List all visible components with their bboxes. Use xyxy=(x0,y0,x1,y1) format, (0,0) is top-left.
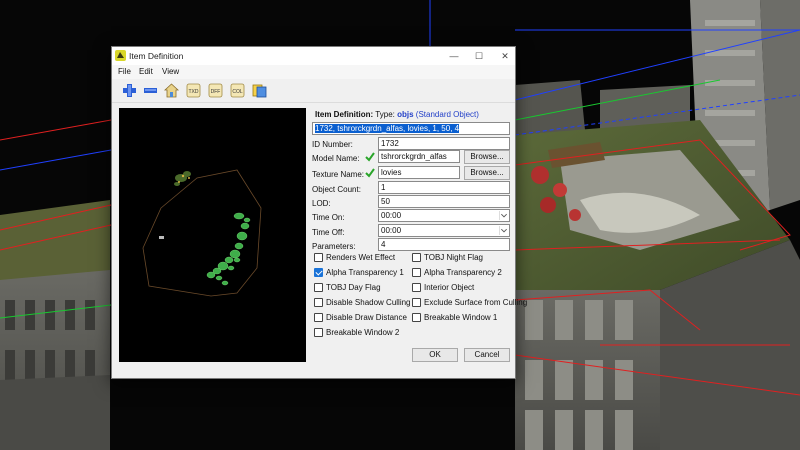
renders-wet-checkbox[interactable] xyxy=(314,253,323,262)
interior-object-checkbox[interactable] xyxy=(412,283,421,292)
interior-object-label: Interior Object xyxy=(424,283,475,292)
definition-line-input[interactable]: 1732, tshrorckgrdn_alfas, lovies, 1, 50,… xyxy=(312,122,510,135)
time-off-label: Time Off: xyxy=(312,228,345,237)
ok-button[interactable]: OK xyxy=(412,348,458,362)
window-title: Item Definition xyxy=(129,51,184,61)
model-preview[interactable] xyxy=(119,108,306,362)
renders-wet-label: Renders Wet Effect xyxy=(326,253,396,262)
tobj-day-label: TOBJ Day Flag xyxy=(326,283,381,292)
browse-model-button[interactable]: Browse... xyxy=(464,150,510,164)
alpha-transparency-2-label: Alpha Transparency 2 xyxy=(424,268,502,277)
alpha-transparency-1-label: Alpha Transparency 1 xyxy=(326,268,404,277)
svg-text:DFF: DFF xyxy=(211,89,221,95)
svg-text:TXD: TXD xyxy=(189,89,199,95)
disable-shadow-checkbox[interactable] xyxy=(314,298,323,307)
breakable-window-1-label: Breakable Window 1 xyxy=(424,313,498,322)
object-count-label: Object Count: xyxy=(312,185,361,194)
texture-name-input[interactable]: lovies xyxy=(378,166,460,179)
id-number-label: ID Number: xyxy=(312,140,353,149)
maximize-button[interactable]: ☐ xyxy=(467,47,491,65)
exclude-surface-checkbox[interactable] xyxy=(412,298,421,307)
house-icon[interactable] xyxy=(163,82,180,99)
disable-shadow-label: Disable Shadow Culling xyxy=(326,298,411,307)
parameters-label: Parameters: xyxy=(312,242,356,251)
parameters-input[interactable]: 4 xyxy=(378,238,510,251)
menu-edit[interactable]: Edit xyxy=(139,67,153,76)
cancel-button[interactable]: Cancel xyxy=(464,348,510,362)
col-icon[interactable]: COL xyxy=(229,82,246,99)
app-logo-icon xyxy=(115,50,126,61)
dff-icon[interactable]: DFF xyxy=(207,82,224,99)
add-icon[interactable] xyxy=(121,82,138,99)
remove-icon[interactable] xyxy=(142,82,159,99)
svg-text:COL: COL xyxy=(232,89,243,95)
disable-draw-checkbox[interactable] xyxy=(314,313,323,322)
chevron-down-icon xyxy=(499,211,507,220)
tobj-night-checkbox[interactable] xyxy=(412,253,421,262)
menu-bar: File Edit View xyxy=(112,65,515,79)
time-on-label: Time On: xyxy=(312,213,345,222)
browse-texture-button[interactable]: Browse... xyxy=(464,166,510,180)
time-on-select[interactable]: 00:00 xyxy=(378,209,510,222)
type-label: Type: xyxy=(375,110,395,119)
id-number-input[interactable]: 1732 xyxy=(378,137,510,150)
model-name-label: Model Name: xyxy=(312,154,360,163)
disable-draw-label: Disable Draw Distance xyxy=(326,313,407,322)
menu-file[interactable]: File xyxy=(118,67,131,76)
exclude-surface-label: Exclude Surface from Culling xyxy=(424,298,528,307)
model-name-input[interactable]: tshrorckgrdn_alfas xyxy=(378,150,460,163)
type-description: (Standard Object) xyxy=(415,110,479,119)
time-off-select[interactable]: 00:00 xyxy=(378,224,510,237)
title-bar[interactable]: Item Definition — ☐ ✕ xyxy=(112,47,515,65)
valid-check-icon xyxy=(365,168,375,178)
alpha-transparency-1-checkbox[interactable] xyxy=(314,268,323,277)
breakable-window-2-checkbox[interactable] xyxy=(314,328,323,337)
object-count-input[interactable]: 1 xyxy=(378,181,510,194)
item-definition-dialog: Item Definition — ☐ ✕ File Edit View TXD… xyxy=(111,46,527,379)
tobj-night-label: TOBJ Night Flag xyxy=(424,253,483,262)
minimize-button[interactable]: — xyxy=(442,47,466,65)
type-value: objs xyxy=(397,110,414,119)
breakable-window-2-label: Breakable Window 2 xyxy=(326,328,400,337)
breakable-window-1-checkbox[interactable] xyxy=(412,313,421,322)
chevron-down-icon xyxy=(499,226,507,235)
texture-name-label: Texture Name: xyxy=(312,170,365,179)
menu-view[interactable]: View xyxy=(162,67,179,76)
txd-icon[interactable]: TXD xyxy=(185,82,202,99)
export-icon[interactable] xyxy=(251,82,268,99)
alpha-transparency-2-checkbox[interactable] xyxy=(412,268,421,277)
form-heading: Item Definition: Type: objs (Standard Ob… xyxy=(315,110,479,119)
preview-render xyxy=(142,169,262,297)
lod-label: LOD: xyxy=(312,199,331,208)
tobj-day-checkbox[interactable] xyxy=(314,283,323,292)
valid-check-icon xyxy=(365,152,375,162)
close-button[interactable]: ✕ xyxy=(493,47,517,65)
heading-label: Item Definition: xyxy=(315,110,374,119)
lod-input[interactable]: 50 xyxy=(378,195,510,208)
toolbar: TXD DFF COL xyxy=(112,79,515,103)
